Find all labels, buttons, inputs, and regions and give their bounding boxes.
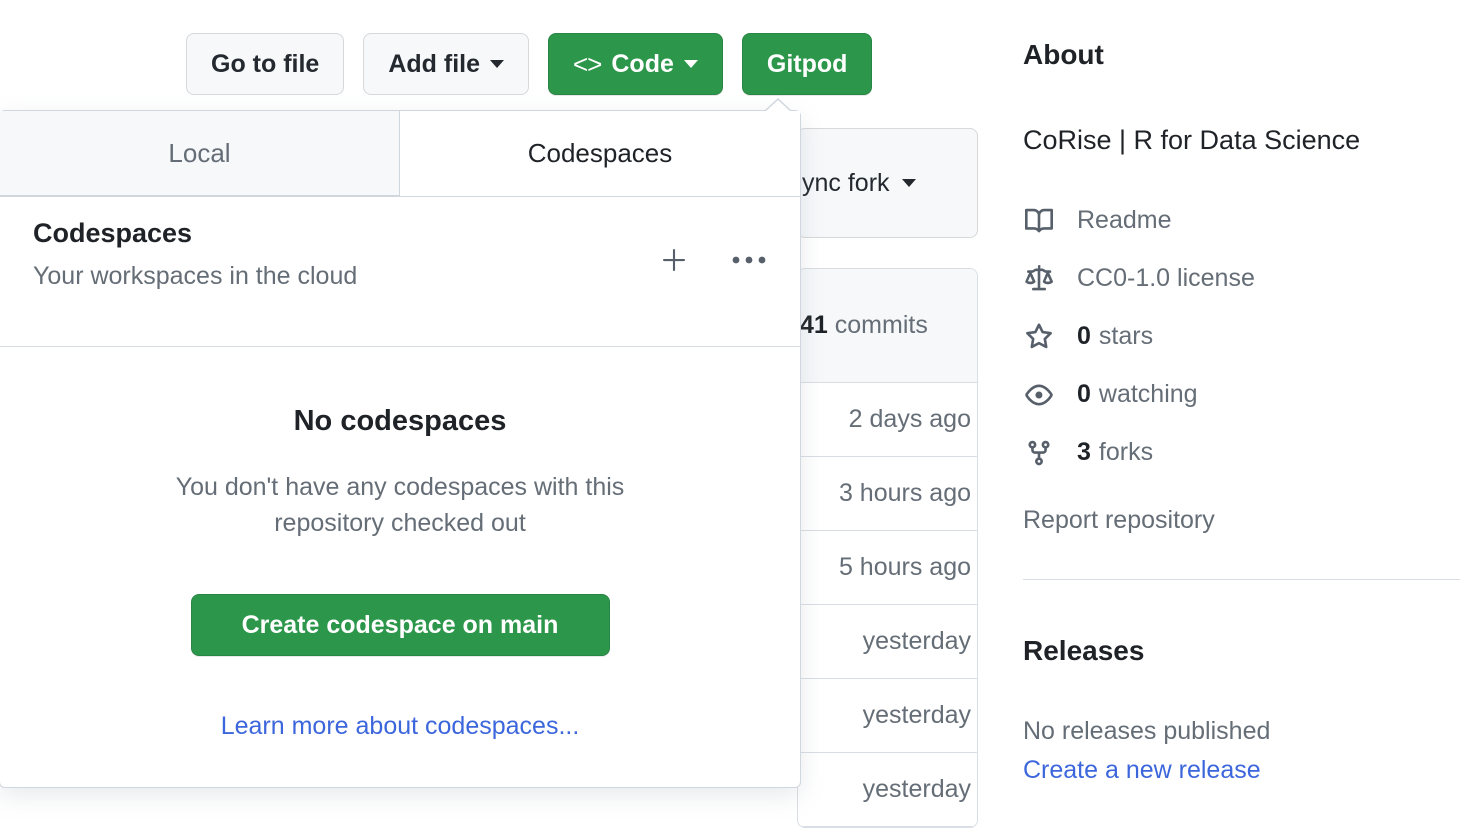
about-item-label: watching — [1099, 380, 1198, 409]
code-label: Code — [611, 52, 674, 77]
empty-state-title: No codespaces — [0, 405, 800, 438]
code-brackets-icon: <> — [573, 51, 601, 77]
about-description: CoRise | R for Data Science — [1023, 124, 1460, 156]
gitpod-label: Gitpod — [767, 52, 848, 77]
kebab-horizontal-icon[interactable] — [732, 254, 766, 266]
about-item-readme[interactable]: Readme — [1023, 192, 1460, 250]
about-item-label: forks — [1099, 438, 1153, 467]
add-file-label: Add file — [388, 52, 480, 77]
about-item-label: stars — [1099, 322, 1153, 351]
tab-local[interactable]: Local — [0, 111, 400, 196]
releases-heading: Releases — [1023, 634, 1460, 668]
eye-icon — [1023, 381, 1055, 409]
code-button[interactable]: <> Code — [548, 33, 723, 95]
codespaces-empty-state: No codespaces You don't have any codespa… — [0, 347, 800, 741]
commits-label: commits — [835, 311, 928, 340]
commit-time: 3 hours ago — [839, 479, 971, 508]
about-item-watching[interactable]: 0 watching — [1023, 366, 1460, 424]
about-heading: About — [1023, 38, 1460, 72]
sync-fork-button[interactable]: ync fork — [797, 128, 978, 238]
tab-codespaces-label: Codespaces — [528, 138, 673, 169]
chevron-down-icon — [902, 179, 916, 187]
about-item-stars[interactable]: 0 stars — [1023, 308, 1460, 366]
about-list: Readme CC0-1.0 license 0 stars — [1023, 192, 1460, 482]
create-codespace-label: Create codespace on main — [242, 611, 559, 640]
star-icon — [1023, 323, 1055, 351]
commit-row[interactable]: yesterday — [798, 753, 977, 827]
commit-row[interactable]: yesterday — [798, 679, 977, 753]
tab-codespaces[interactable]: Codespaces — [400, 111, 800, 196]
releases-empty-text: No releases published — [1023, 715, 1460, 749]
commit-time: 2 days ago — [849, 405, 971, 434]
commit-row[interactable]: 3 hours ago — [798, 457, 977, 531]
law-icon — [1023, 265, 1055, 293]
popover-tablist: Local Codespaces — [0, 111, 800, 197]
commits-count: 41 — [800, 311, 828, 340]
chevron-down-icon — [490, 60, 504, 68]
about-item-forks[interactable]: 3 forks — [1023, 424, 1460, 482]
commit-time: yesterday — [863, 627, 971, 656]
commits-header[interactable]: 41 commits — [798, 269, 977, 383]
go-to-file-label: Go to file — [211, 52, 319, 77]
commit-time: yesterday — [863, 701, 971, 730]
commit-row[interactable]: yesterday — [798, 605, 977, 679]
empty-state-description: You don't have any codespaces with this … — [165, 470, 635, 541]
report-repository-link[interactable]: Report repository — [1023, 506, 1460, 535]
about-item-license[interactable]: CC0-1.0 license — [1023, 250, 1460, 308]
commit-row[interactable]: 5 hours ago — [798, 531, 977, 605]
fork-icon — [1023, 439, 1055, 467]
learn-more-codespaces-link[interactable]: Learn more about codespaces... — [221, 712, 580, 741]
code-popover: Local Codespaces Codespaces Your workspa… — [0, 110, 801, 788]
about-item-label: CC0-1.0 license — [1077, 264, 1255, 293]
commit-time: 5 hours ago — [839, 553, 971, 582]
commits-panel: 41 commits 2 days ago 3 hours ago 5 hour… — [797, 268, 978, 828]
add-file-button[interactable]: Add file — [363, 33, 529, 95]
about-item-label: Readme — [1077, 206, 1172, 235]
book-icon — [1023, 207, 1055, 235]
sync-fork-label: ync fork — [802, 169, 890, 198]
codespaces-header: Codespaces Your workspaces in the cloud — [0, 197, 800, 347]
about-item-count: 0 — [1077, 380, 1091, 409]
go-to-file-button[interactable]: Go to file — [186, 33, 344, 95]
popover-caret-fill — [765, 100, 791, 112]
about-item-count: 0 — [1077, 322, 1091, 351]
create-release-link[interactable]: Create a new release — [1023, 756, 1261, 785]
repo-sidebar: About CoRise | R for Data Science Readme… — [1023, 0, 1460, 798]
create-codespace-button[interactable]: Create codespace on main — [191, 594, 610, 656]
commit-time: yesterday — [863, 775, 971, 804]
chevron-down-icon — [684, 60, 698, 68]
plus-icon[interactable] — [659, 245, 689, 275]
repo-action-bar: Go to file Add file <> Code Gitpod — [186, 33, 872, 95]
commit-row[interactable]: 2 days ago — [798, 383, 977, 457]
about-item-count: 3 — [1077, 438, 1091, 467]
sidebar-divider — [1023, 579, 1460, 580]
gitpod-button[interactable]: Gitpod — [742, 33, 873, 95]
tab-local-label: Local — [168, 138, 230, 169]
codespaces-header-actions — [659, 245, 766, 275]
